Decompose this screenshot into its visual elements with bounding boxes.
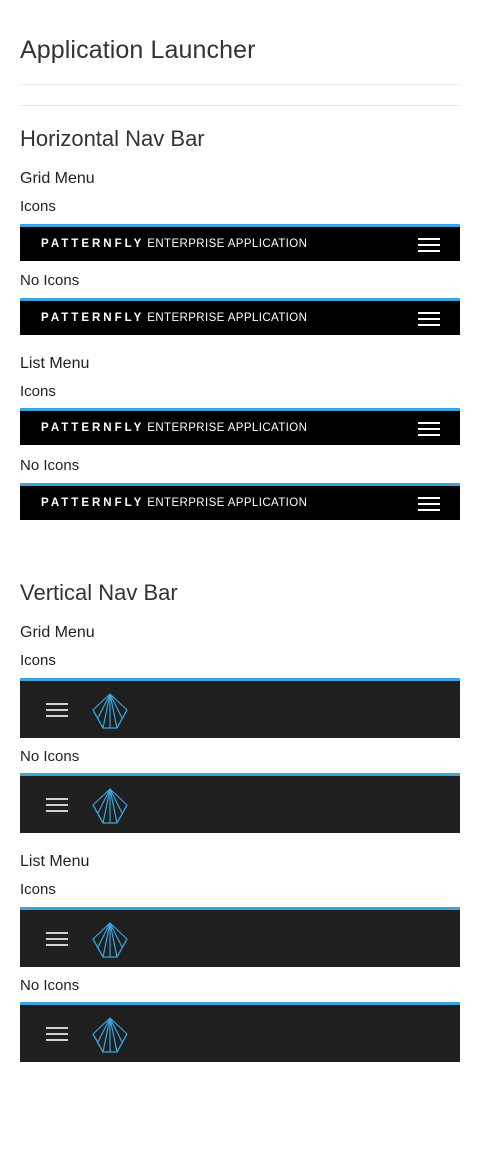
brand[interactable]: PATTERNFLY ENTERPRISE APPLICATION bbox=[41, 237, 307, 251]
no-icons-label: No Icons bbox=[20, 457, 80, 474]
grid-menu-heading: Grid Menu bbox=[20, 170, 95, 187]
icons-label: Icons bbox=[20, 383, 56, 400]
vertical-navbar-list-icons bbox=[20, 907, 460, 967]
brand-tagline: ENTERPRISE APPLICATION bbox=[147, 312, 308, 324]
patternfly-logo-icon[interactable] bbox=[91, 921, 129, 959]
patternfly-logo-icon[interactable] bbox=[91, 1016, 129, 1054]
vertical-navbar-list-no-icons bbox=[20, 1002, 460, 1062]
list-menu-heading: List Menu bbox=[20, 355, 90, 372]
hamburger-menu-icon[interactable] bbox=[418, 497, 440, 511]
brand[interactable]: PATTERNFLY ENTERPRISE APPLICATION bbox=[41, 421, 307, 435]
brand-name: PATTERNFLY bbox=[41, 238, 145, 250]
list-menu-heading: List Menu bbox=[20, 853, 90, 870]
hamburger-menu-icon[interactable] bbox=[46, 798, 68, 812]
horizontal-navbar-list-no-icons: PATTERNFLY ENTERPRISE APPLICATION bbox=[20, 483, 460, 520]
horizontal-navbar-grid-no-icons: PATTERNFLY ENTERPRISE APPLICATION bbox=[20, 298, 460, 335]
brand[interactable]: PATTERNFLY ENTERPRISE APPLICATION bbox=[41, 496, 307, 510]
grid-menu-heading: Grid Menu bbox=[20, 624, 95, 641]
brand-tagline: ENTERPRISE APPLICATION bbox=[147, 238, 308, 250]
section-title-horizontal: Horizontal Nav Bar bbox=[20, 126, 205, 151]
vertical-navbar-grid-icons bbox=[20, 678, 460, 738]
hamburger-menu-icon[interactable] bbox=[46, 1027, 68, 1041]
horizontal-navbar-list-icons: PATTERNFLY ENTERPRISE APPLICATION bbox=[20, 408, 460, 445]
vertical-navbar-grid-no-icons bbox=[20, 773, 460, 833]
icons-label: Icons bbox=[20, 198, 56, 215]
no-icons-label: No Icons bbox=[20, 272, 80, 289]
brand-tagline: ENTERPRISE APPLICATION bbox=[147, 422, 308, 434]
hamburger-menu-icon[interactable] bbox=[418, 238, 440, 252]
brand[interactable]: PATTERNFLY ENTERPRISE APPLICATION bbox=[41, 311, 307, 325]
horizontal-navbar-grid-icons: PATTERNFLY ENTERPRISE APPLICATION bbox=[20, 224, 460, 261]
divider bbox=[20, 84, 460, 85]
page-title: Application Launcher bbox=[20, 36, 256, 64]
brand-tagline: ENTERPRISE APPLICATION bbox=[147, 497, 308, 509]
section-title-vertical: Vertical Nav Bar bbox=[20, 580, 178, 605]
brand-name: PATTERNFLY bbox=[41, 312, 145, 324]
icons-label: Icons bbox=[20, 881, 56, 898]
no-icons-label: No Icons bbox=[20, 748, 80, 765]
icons-label: Icons bbox=[20, 652, 56, 669]
no-icons-label: No Icons bbox=[20, 977, 80, 994]
hamburger-menu-icon[interactable] bbox=[46, 703, 68, 717]
brand-name: PATTERNFLY bbox=[41, 497, 145, 509]
divider bbox=[20, 105, 460, 106]
brand-name: PATTERNFLY bbox=[41, 422, 145, 434]
hamburger-menu-icon[interactable] bbox=[418, 312, 440, 326]
patternfly-logo-icon[interactable] bbox=[91, 692, 129, 730]
hamburger-menu-icon[interactable] bbox=[46, 932, 68, 946]
hamburger-menu-icon[interactable] bbox=[418, 422, 440, 436]
patternfly-logo-icon[interactable] bbox=[91, 787, 129, 825]
